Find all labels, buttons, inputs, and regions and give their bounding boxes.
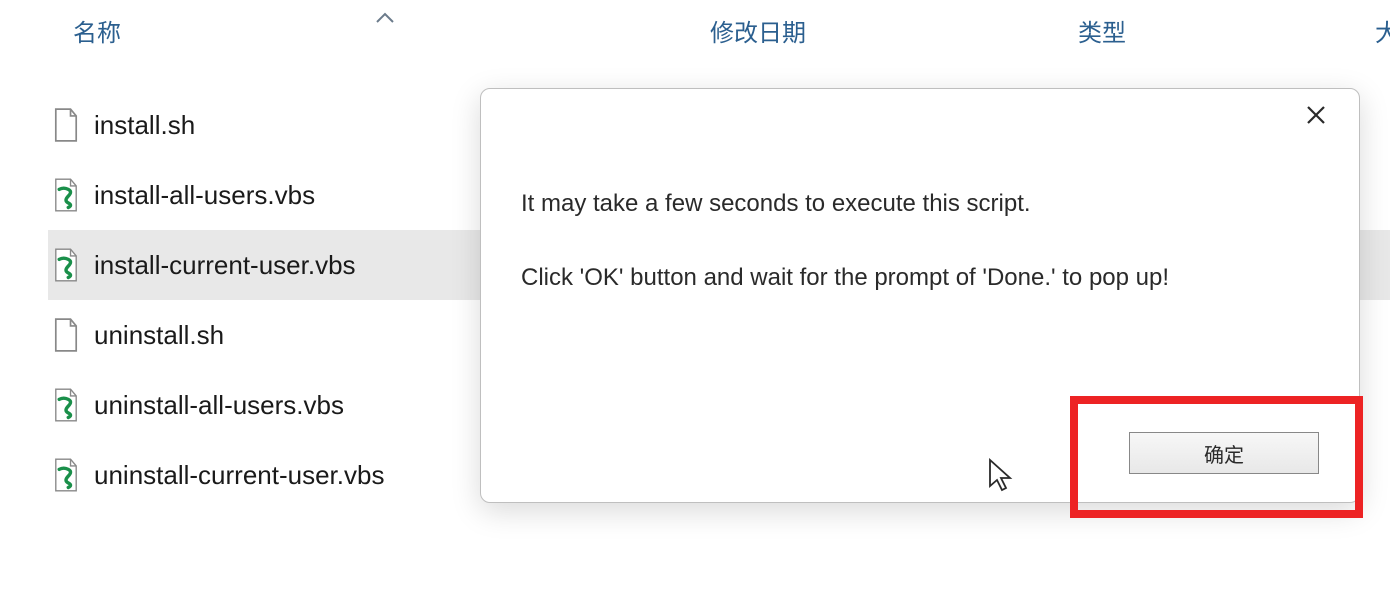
sort-indicator-icon [375, 8, 395, 29]
file-name: uninstall-all-users.vbs [94, 390, 344, 421]
file-name: install-current-user.vbs [94, 250, 356, 281]
column-header-size[interactable]: 大 [1375, 13, 1390, 48]
column-header-name[interactable]: 名称 [73, 13, 121, 48]
file-icon [52, 318, 80, 352]
file-icon [52, 108, 80, 142]
column-headers: 名称 修改日期 类型 大 [0, 0, 1390, 60]
dialog-message-line2: Click 'OK' button and wait for the promp… [521, 260, 1319, 296]
column-header-type[interactable]: 类型 [1078, 13, 1126, 48]
file-name: install-all-users.vbs [94, 180, 315, 211]
file-name: install.sh [94, 110, 195, 141]
vbs-file-icon [52, 458, 80, 492]
vbs-file-icon [52, 388, 80, 422]
dialog-titlebar [481, 89, 1359, 141]
vbs-file-icon [52, 248, 80, 282]
close-button[interactable] [1301, 100, 1331, 130]
file-name: uninstall.sh [94, 320, 224, 351]
dialog-footer: 确定 [481, 432, 1359, 502]
vbs-file-icon [52, 178, 80, 212]
dialog-message-line1: It may take a few seconds to execute thi… [521, 186, 1319, 222]
file-name: uninstall-current-user.vbs [94, 460, 384, 491]
ok-button[interactable]: 确定 [1129, 432, 1319, 474]
dialog-body: It may take a few seconds to execute thi… [481, 141, 1359, 432]
column-header-modified[interactable]: 修改日期 [710, 13, 806, 48]
message-dialog: It may take a few seconds to execute thi… [480, 88, 1360, 503]
